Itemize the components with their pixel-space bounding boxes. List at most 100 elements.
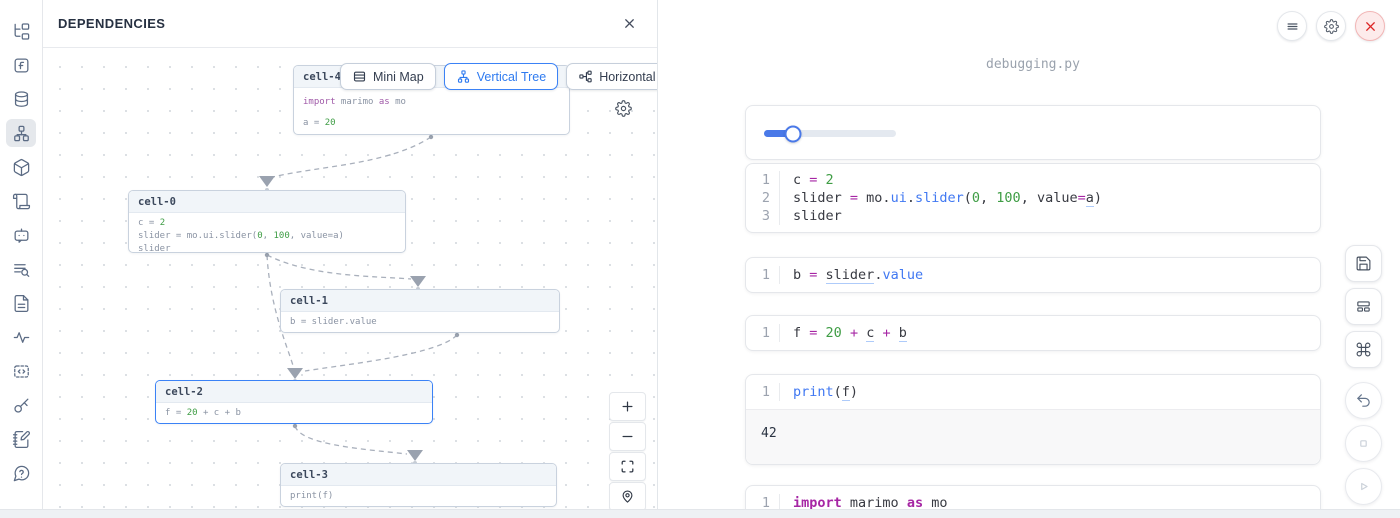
code-cell-print[interactable]: 1print(f) 42 [745,374,1321,465]
sidebar-item-logs[interactable] [6,187,36,215]
undo-button[interactable] [1345,382,1382,419]
node-code-line: print(f) [290,490,547,503]
line-number: 1 [746,266,780,284]
node-code-line: slider [138,243,396,253]
code-cell-f[interactable]: 1f = 20 + c + b [745,315,1321,351]
layout-button[interactable] [1345,288,1382,325]
notebook-menu-button[interactable] [1277,11,1307,41]
sidebar-item-file-explorer[interactable] [6,17,36,45]
dependencies-icon [12,124,31,143]
minimap-view-label: Mini Map [373,70,424,84]
shutdown-x-icon [1363,19,1378,34]
secrets-icon [12,396,31,415]
graph-settings-button[interactable] [615,100,632,122]
horizontal-tree-view-label: Horizontal Tree [599,70,657,84]
layout-icon [1355,298,1372,315]
line-number: 1 [746,383,780,401]
vertical-tree-view-button[interactable]: Vertical Tree [444,63,558,90]
code-line[interactable]: print(f) [780,383,858,401]
file-tree-icon [12,22,31,41]
node-title: cell-3 [281,464,556,486]
undo-icon [1355,392,1372,409]
slider-handle[interactable] [785,125,802,142]
line-number: 3 [746,207,780,225]
node-title: cell-0 [129,191,405,213]
logs-icon [12,192,31,211]
graph-node-cell-2[interactable]: cell-2 f = 20 + c + b [155,380,433,424]
graph-node-cell-1[interactable]: cell-1 b = slider.value [280,289,560,333]
node-code-line: slider = mo.ui.slider(0, 100, value=a) [138,230,396,243]
sidebar-item-documentation[interactable] [6,289,36,317]
node-code-line: a = 20 [303,113,560,134]
save-button[interactable] [1345,245,1382,282]
map-pin-icon [620,489,635,504]
horizontal-tree-view-button[interactable]: Horizontal Tree [566,63,657,90]
tracing-icon [12,328,31,347]
sidebar-item-ai-chat[interactable] [6,221,36,249]
search-list-icon [12,260,31,279]
sidebar-item-variables[interactable] [6,51,36,79]
help-icon [12,464,31,483]
close-panel-button[interactable] [617,12,641,36]
marimo-app: DEPENDENCIES [0,0,1400,518]
close-icon [622,16,637,31]
zoom-in-button[interactable] [609,392,646,421]
datasources-icon [12,90,31,109]
line-number: 1 [746,324,780,342]
sidebar-item-tracing[interactable] [6,323,36,351]
code-line[interactable]: slider [780,207,842,225]
dependencies-panel: DEPENDENCIES [43,0,658,518]
fit-view-button[interactable] [609,452,646,481]
slider-track[interactable] [764,130,896,137]
line-number: 1 [746,171,780,189]
sidebar-item-dependencies[interactable] [6,119,36,147]
code-cell-slider-def[interactable]: 1c = 2 2slider = mo.ui.slider(0, 100, va… [745,163,1321,233]
notebook-area: debugging.py 1c = 2 2 [658,0,1400,518]
graph-node-cell-3[interactable]: cell-3 print(f) [280,463,557,507]
node-code-line: c = 2 [138,217,396,230]
notebook-settings-button[interactable] [1316,11,1346,41]
save-icon [1355,255,1372,272]
stop-icon [1355,435,1372,452]
node-title: cell-1 [281,290,559,312]
panel-title: DEPENDENCIES [58,16,165,31]
graph-view-toolbar: Mini Map Vertical Tree Horizontal Tree [340,63,657,90]
dependencies-panel-header: DEPENDENCIES [43,0,657,48]
code-line[interactable]: f = 20 + c + b [780,324,907,342]
minimap-view-button[interactable]: Mini Map [340,63,436,90]
sidebar-item-scratchpad[interactable] [6,425,36,453]
sidebar-item-packages[interactable] [6,153,36,181]
line-number: 2 [746,189,780,207]
keyboard-shortcuts-button[interactable] [1345,331,1382,368]
scratchpad-icon [12,430,31,449]
sidebar-item-secrets[interactable] [6,391,36,419]
notebook-top-controls [1277,11,1385,41]
center-view-button[interactable] [609,482,646,511]
code-cell-b[interactable]: 1b = slider.value [745,257,1321,293]
dependency-graph-canvas[interactable]: cell-4 import marimo as mo a = 20 cell-0… [43,48,657,518]
hamburger-menu-icon [1285,19,1300,34]
sidebar-item-datasources[interactable] [6,85,36,113]
helper-sidebar [0,0,43,518]
notebook-side-controls [1345,245,1382,505]
cells-column: 1c = 2 2slider = mo.ui.slider(0, 100, va… [745,0,1321,518]
vertical-tree-view-label: Vertical Tree [477,70,546,84]
code-line[interactable]: b = slider.value [780,266,923,284]
stop-button[interactable] [1345,425,1382,462]
status-footer [0,509,1400,518]
command-icon [1355,341,1372,358]
shutdown-button[interactable] [1355,11,1385,41]
packages-icon [12,158,31,177]
gear-icon [1324,19,1339,34]
node-code-line: import marimo as mo [303,92,560,113]
sidebar-item-outline-search[interactable] [6,255,36,283]
code-line[interactable]: c = 2 [780,171,834,189]
sidebar-item-help[interactable] [6,459,36,487]
sidebar-item-snippets[interactable] [6,357,36,385]
vertical-tree-icon [456,69,471,84]
run-button[interactable] [1345,468,1382,505]
code-line[interactable]: slider = mo.ui.slider(0, 100, value=a) [780,189,1102,207]
zoom-out-button[interactable] [609,422,646,451]
plus-icon [620,399,635,414]
graph-node-cell-0[interactable]: cell-0 c = 2 slider = mo.ui.slider(0, 10… [128,190,406,253]
